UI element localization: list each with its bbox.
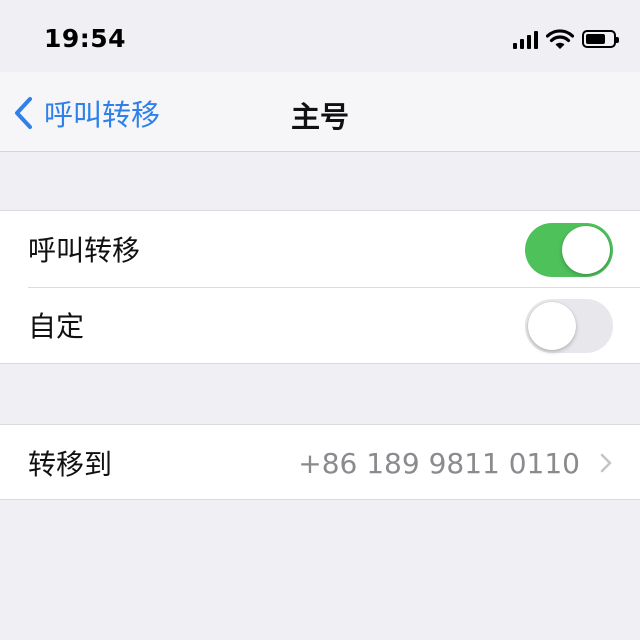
battery-icon (582, 30, 619, 48)
forward-to-group: 转移到 +86 189 9811 0110 (0, 424, 640, 500)
toggle-knob (562, 226, 610, 274)
status-bar: 19:54 (0, 0, 640, 72)
custom-toggle[interactable] (525, 299, 613, 353)
navigation-bar: 呼叫转移 主号 (0, 72, 640, 152)
custom-row: 自定 (0, 287, 640, 363)
battery-level (586, 34, 605, 44)
chevron-right-icon (600, 453, 612, 473)
forward-to-label: 转移到 (28, 448, 113, 481)
toggle-knob (528, 302, 576, 350)
page-title: 主号 (290, 100, 349, 134)
custom-label: 自定 (28, 310, 85, 343)
status-time: 19:54 (44, 24, 127, 53)
forward-to-number: +86 189 9811 0110 (298, 446, 580, 480)
call-forwarding-label: 呼叫转移 (28, 234, 141, 267)
forwarding-settings-group: 呼叫转移 自定 (0, 210, 640, 364)
status-icons (513, 28, 619, 50)
forward-to-row[interactable]: 转移到 +86 189 9811 0110 (0, 425, 640, 501)
wifi-icon (546, 29, 574, 49)
call-forwarding-row: 呼叫转移 (0, 211, 640, 287)
signal-icon (513, 29, 538, 49)
call-forwarding-toggle[interactable] (525, 223, 613, 277)
